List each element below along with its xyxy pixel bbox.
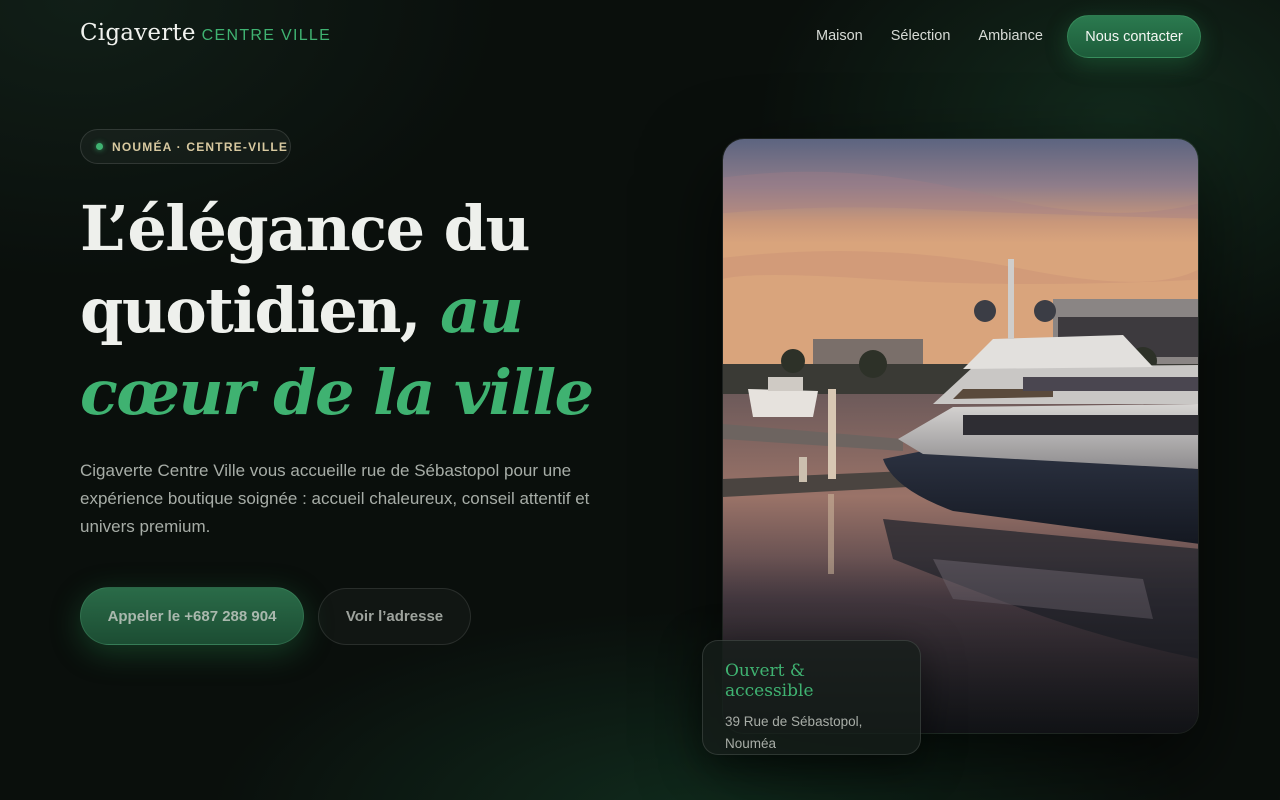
contact-button[interactable]: Nous contacter bbox=[1067, 15, 1201, 58]
info-card-address: 39 Rue de Sébastopol, Nouméa bbox=[725, 711, 898, 755]
status-dot-icon bbox=[96, 143, 103, 150]
main-nav: Maison Sélection Ambiance bbox=[816, 28, 1043, 44]
hero-description: Cigaverte Centre Ville vous accueille ru… bbox=[80, 461, 590, 536]
location-badge: NOUMÉA · CENTRE-VILLE bbox=[80, 129, 291, 164]
view-address-button[interactable]: Voir l’adresse bbox=[318, 588, 471, 645]
hero-headline: L’élégance du quotidien, au cœur de la v… bbox=[80, 188, 680, 434]
info-card-title: Ouvert & accessible bbox=[725, 661, 814, 701]
brand-name: Cigaverte bbox=[80, 20, 196, 46]
brand-subtitle: CENTRE VILLE bbox=[201, 27, 332, 44]
call-button[interactable]: Appeler le +687 288 904 bbox=[80, 587, 304, 645]
brand-logo[interactable]: Cigaverte CENTRE VILLE bbox=[80, 20, 331, 46]
opening-info-card: Ouvert & accessible 39 Rue de Sébastopol… bbox=[702, 640, 921, 755]
site-header: Cigaverte CENTRE VILLE Maison Sélection … bbox=[0, 0, 1280, 74]
address-line-2: Nouméa bbox=[725, 736, 777, 751]
address-line-1: 39 Rue de Sébastopol, bbox=[725, 714, 863, 729]
location-badge-label: NOUMÉA · CENTRE-VILLE bbox=[112, 139, 289, 154]
nav-link-maison[interactable]: Maison bbox=[816, 28, 863, 44]
nav-link-ambiance[interactable]: Ambiance bbox=[978, 28, 1042, 44]
nav-link-selection[interactable]: Sélection bbox=[891, 28, 951, 44]
